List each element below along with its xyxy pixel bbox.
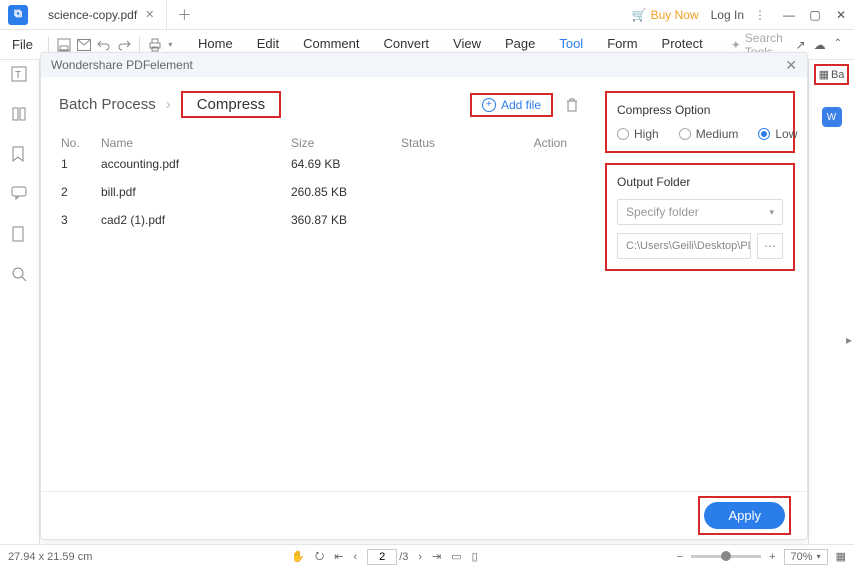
plus-circle-icon: +	[482, 98, 496, 112]
last-page-icon[interactable]: ⇥	[432, 550, 441, 563]
expand-handle[interactable]: ▸	[844, 320, 854, 360]
close-tab-icon[interactable]: ✕	[145, 8, 154, 21]
first-page-icon[interactable]: ⇤	[334, 550, 343, 563]
main-menu: Home Edit Comment Convert View Page Tool…	[198, 36, 703, 53]
output-path[interactable]: C:\Users\Geili\Desktop\PDFelement\Op	[617, 233, 751, 259]
left-sidebar: T	[0, 60, 40, 544]
layout-icon[interactable]: ▦	[836, 550, 846, 563]
zoom-controls: − + 70% ▾ ▦	[677, 549, 846, 565]
app-icon: ⧉	[8, 5, 28, 25]
folder-select[interactable]: Specify folder ▾	[617, 199, 783, 225]
login-link[interactable]: Log In	[711, 8, 744, 22]
status-bar: 27.94 x 21.59 cm ✋ ⭮ ⇤ ‹ /3 › ⇥ ▭ ▯ − + …	[0, 544, 854, 568]
attachment-icon[interactable]	[11, 226, 29, 244]
apply-button[interactable]: Apply	[704, 502, 785, 529]
table-row: 3 cad2 (1).pdf 360.87 KB	[59, 206, 579, 234]
buy-now-link[interactable]: 🛒 Buy Now	[632, 8, 699, 22]
modal-header: Wondershare PDFelement ✕	[41, 53, 807, 77]
chevron-icon[interactable]: ⌃	[834, 38, 842, 52]
radio-high[interactable]: High	[617, 127, 659, 141]
hand-tool-icon[interactable]: ✋	[291, 550, 305, 563]
menu-form[interactable]: Form	[607, 36, 637, 53]
table-row: 2 bill.pdf 260.85 KB	[59, 178, 579, 206]
close-window-button[interactable]: ✕	[828, 8, 854, 22]
next-page-icon[interactable]: ›	[418, 551, 422, 563]
svg-text:T: T	[15, 70, 21, 81]
menu-convert[interactable]: Convert	[383, 36, 429, 53]
radio-medium[interactable]: Medium	[679, 127, 739, 141]
page-dimensions: 27.94 x 21.59 cm	[8, 551, 92, 563]
compress-option-panel: Compress Option High Medium Low	[605, 91, 795, 153]
add-file-button[interactable]: + Add file	[470, 93, 553, 117]
thumbnail-icon[interactable]: T	[11, 66, 29, 84]
browse-button[interactable]: ⋯	[757, 233, 783, 259]
table-row: 1 accounting.pdf 64.69 KB	[59, 150, 579, 178]
more-icon[interactable]: ⋮	[754, 8, 766, 22]
menu-page[interactable]: Page	[505, 36, 535, 53]
radio-low[interactable]: Low	[758, 127, 797, 141]
chevron-down-icon: ▾	[769, 207, 774, 218]
right-sidebar: ▦ Ba W	[808, 60, 854, 544]
chevron-right-icon: ›	[166, 96, 171, 113]
table-header: No. Name Size Status Action	[59, 136, 579, 150]
breadcrumb: Batch Process › Compress	[59, 91, 281, 118]
cart-icon: 🛒	[632, 8, 647, 22]
fit-width-icon[interactable]: ▭	[451, 550, 461, 563]
menu-protect[interactable]: Protect	[662, 36, 703, 53]
batch-button[interactable]: ▦ Ba	[814, 64, 850, 85]
menu-comment[interactable]: Comment	[303, 36, 359, 53]
word-icon[interactable]: W	[822, 107, 842, 127]
modal-footer: Apply	[41, 491, 807, 539]
delete-icon[interactable]	[565, 98, 579, 112]
book-icon[interactable]	[11, 106, 29, 124]
output-folder-panel: Output Folder Specify folder ▾ C:\Users\…	[605, 163, 795, 271]
zoom-value[interactable]: 70% ▾	[784, 549, 828, 565]
page-input[interactable]	[367, 549, 397, 565]
chevron-down-icon: ▾	[817, 552, 821, 561]
zoom-slider[interactable]	[691, 555, 761, 558]
zoom-in-icon[interactable]: +	[769, 551, 775, 563]
grid-icon: ▦	[819, 68, 829, 81]
fit-page-icon[interactable]: ▯	[472, 550, 478, 563]
tab-title: science-copy.pdf	[48, 8, 137, 22]
page-navigation: ✋ ⭮ ⇤ ‹ /3 › ⇥ ▭ ▯	[291, 547, 477, 566]
minimize-button[interactable]: —	[776, 8, 802, 22]
menu-view[interactable]: View	[453, 36, 481, 53]
document-tab[interactable]: science-copy.pdf ✕	[36, 0, 167, 30]
zoom-out-icon[interactable]: −	[677, 551, 683, 563]
modal-title: Wondershare PDFelement	[51, 58, 193, 72]
menu-home[interactable]: Home	[198, 36, 233, 53]
cloud-icon[interactable]: ☁	[814, 38, 826, 52]
breadcrumb-root[interactable]: Batch Process	[59, 96, 156, 113]
wand-icon: ✦	[731, 38, 741, 52]
new-tab-button[interactable]: ＋	[177, 5, 191, 25]
modal-close-icon[interactable]: ✕	[785, 57, 797, 74]
bookmark-icon[interactable]	[11, 146, 29, 164]
file-menu[interactable]: File	[4, 37, 41, 52]
share-icon[interactable]: ↗	[796, 38, 806, 52]
breadcrumb-current: Compress	[181, 91, 281, 118]
comment-icon[interactable]	[11, 186, 29, 204]
menu-edit[interactable]: Edit	[257, 36, 279, 53]
maximize-button[interactable]: ▢	[802, 8, 828, 22]
search-icon[interactable]	[11, 266, 29, 284]
batch-modal: Wondershare PDFelement ✕ Batch Process ›…	[40, 52, 808, 540]
select-tool-icon[interactable]: ⭮	[315, 547, 324, 566]
prev-page-icon[interactable]: ‹	[354, 551, 358, 563]
titlebar: ⧉ science-copy.pdf ✕ ＋ 🛒 Buy Now Log In …	[0, 0, 854, 30]
